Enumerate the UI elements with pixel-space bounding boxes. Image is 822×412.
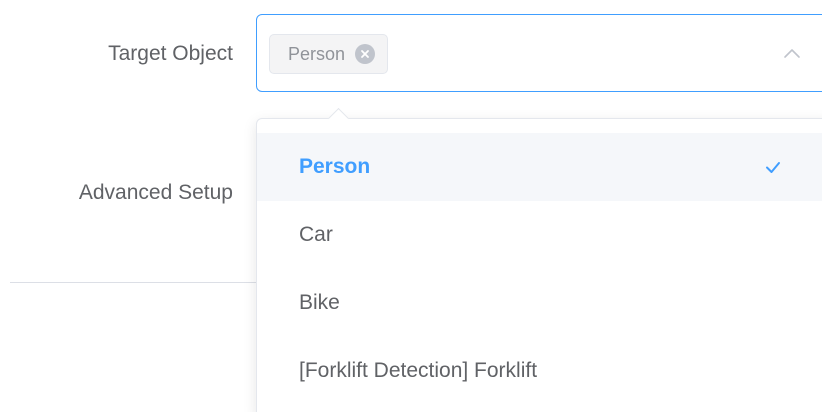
selected-tag: Person — [269, 34, 389, 74]
section-divider — [10, 282, 260, 283]
option-label: Person — [299, 155, 371, 178]
check-icon — [766, 162, 780, 173]
advanced-setup-label: Advanced Setup — [78, 181, 233, 204]
option-label: Bike — [299, 291, 340, 314]
form-page: Target Object Advanced Setup Person Pers… — [0, 0, 822, 412]
option-car[interactable]: Car — [257, 201, 822, 269]
target-object-select[interactable]: Person — [256, 14, 822, 92]
selected-tag-label: Person — [288, 43, 346, 64]
chevron-up-icon[interactable] — [781, 43, 803, 65]
select-dropdown: Person Car Bike [Forklift Detection] For… — [256, 107, 822, 412]
option-forklift[interactable]: [Forklift Detection] Forklift — [257, 337, 822, 405]
option-bike[interactable]: Bike — [257, 269, 822, 337]
option-label: Car — [299, 223, 333, 246]
dropdown-arrow — [327, 107, 350, 130]
option-person[interactable]: Person — [257, 133, 822, 201]
target-object-label: Target Object — [108, 42, 233, 65]
close-circle-icon[interactable] — [355, 44, 376, 64]
option-label: [Forklift Detection] Forklift — [299, 359, 538, 382]
